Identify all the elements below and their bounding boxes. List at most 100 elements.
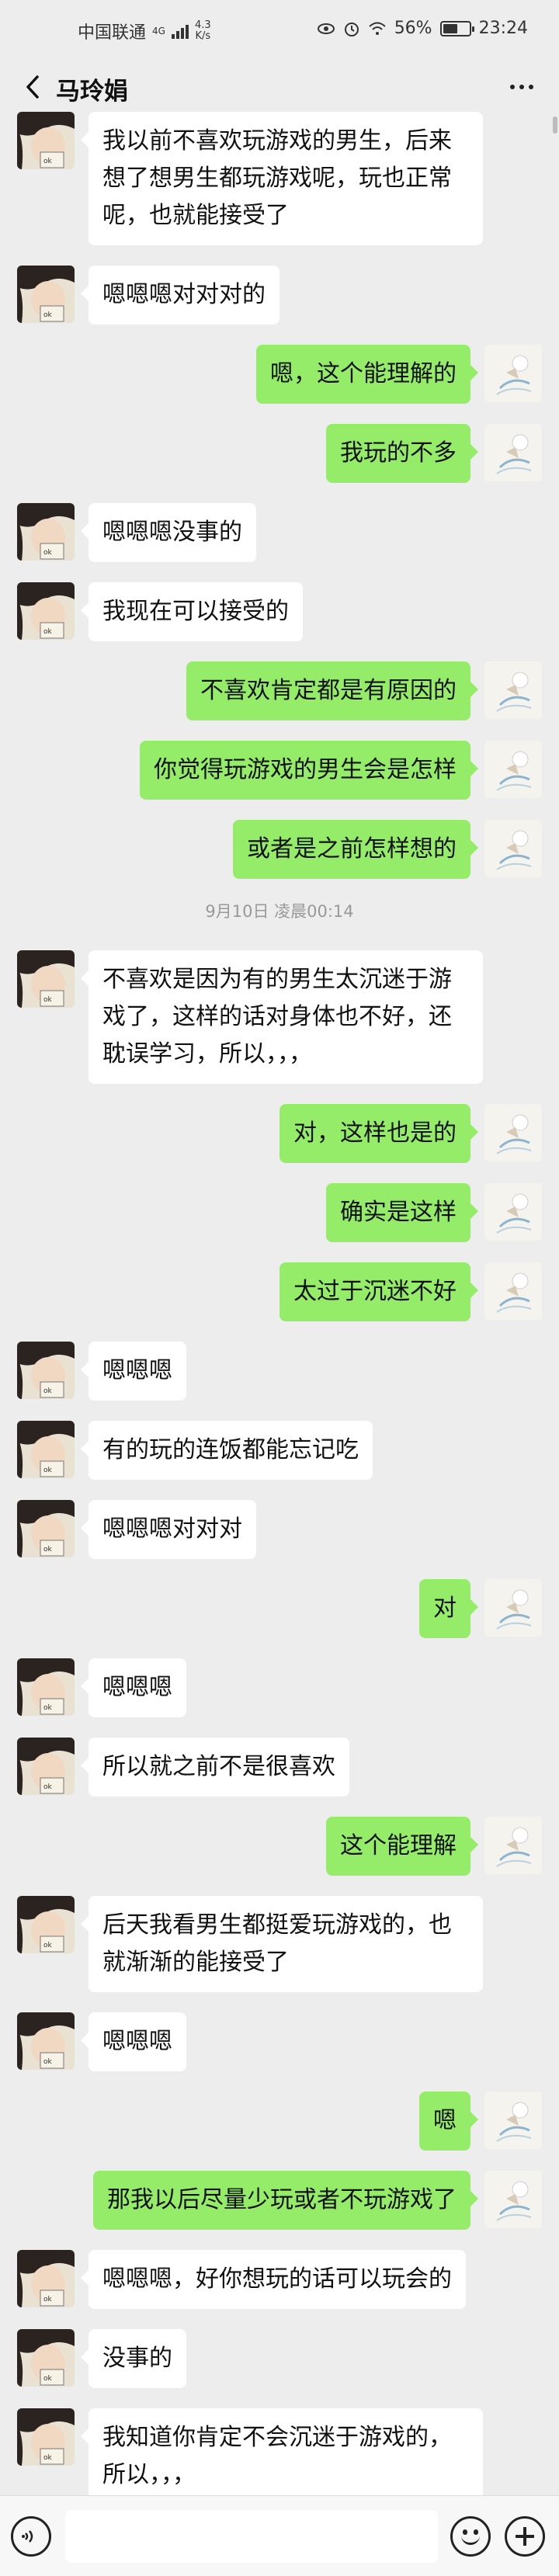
incoming-message: ok 嗯嗯嗯 bbox=[0, 1342, 559, 1401]
contact-avatar[interactable]: ok bbox=[17, 1342, 75, 1399]
my-avatar[interactable] bbox=[484, 741, 542, 798]
my-avatar[interactable] bbox=[484, 1579, 542, 1637]
my-avatar[interactable] bbox=[484, 2171, 542, 2228]
message-bubble[interactable]: 不喜欢肯定都是有原因的 bbox=[186, 661, 478, 720]
contact-avatar[interactable]: ok bbox=[17, 503, 75, 561]
message-bubble[interactable]: 嗯嗯嗯没事的 bbox=[81, 503, 256, 562]
my-avatar[interactable] bbox=[484, 661, 542, 719]
message-bubble[interactable]: 嗯嗯嗯对对对的 bbox=[81, 266, 280, 325]
incoming-message: ok 我知道你肯定不会沉迷于游戏的，所以，，， bbox=[0, 2408, 559, 2495]
message-bubble[interactable]: 没事的 bbox=[81, 2329, 186, 2388]
chat-history[interactable]: ok 我以前不喜欢玩游戏的男生，后来想了想男生都玩游戏呢，玩也正常呢，也就能接受了… bbox=[0, 112, 559, 2495]
speed-value: 4.3 bbox=[194, 19, 211, 31]
message-bubble[interactable]: 嗯嗯嗯 bbox=[81, 1342, 186, 1401]
message-bubble[interactable]: 你觉得玩游戏的男生会是怎样 bbox=[140, 741, 478, 800]
svg-text:ok: ok bbox=[43, 311, 53, 319]
battery-percent: 56% bbox=[394, 19, 432, 38]
message-bubble[interactable]: 我知道你肯定不会沉迷于游戏的，所以，，， bbox=[81, 2408, 483, 2495]
message-bubble[interactable]: 这个能理解 bbox=[326, 1817, 478, 1876]
message-bubble[interactable]: 嗯嗯嗯，好你想玩的话可以玩会的 bbox=[81, 2250, 466, 2309]
voice-button[interactable] bbox=[11, 2516, 51, 2557]
incoming-message: ok 我以前不喜欢玩游戏的男生，后来想了想男生都玩游戏呢，玩也正常呢，也就能接受了 bbox=[0, 112, 559, 245]
incoming-message: ok 嗯嗯嗯没事的 bbox=[0, 503, 559, 562]
contact-avatar[interactable]: ok bbox=[17, 1738, 75, 1795]
svg-text:ok: ok bbox=[43, 2375, 53, 2383]
svg-text:ok: ok bbox=[43, 2454, 53, 2462]
my-avatar[interactable] bbox=[484, 1183, 542, 1241]
message-bubble[interactable]: 我玩的不多 bbox=[326, 424, 478, 483]
scrollbar-thumb[interactable] bbox=[553, 116, 557, 134]
contact-avatar[interactable]: ok bbox=[17, 2408, 75, 2466]
message-bubble[interactable]: 所以就之前不是很喜欢 bbox=[81, 1738, 349, 1797]
contact-avatar[interactable]: ok bbox=[17, 112, 75, 169]
svg-text:ok: ok bbox=[43, 1704, 53, 1712]
svg-text:ok: ok bbox=[43, 1783, 53, 1791]
battery-icon bbox=[439, 20, 474, 36]
message-bubble[interactable]: 不喜欢是因为有的男生太沉迷于游戏了，这样的话对身体也不好，还耽误学习，所以，，， bbox=[81, 950, 483, 1084]
message-bubble[interactable]: 嗯嗯嗯 bbox=[81, 2012, 186, 2071]
plus-button[interactable] bbox=[505, 2516, 545, 2557]
message-bubble[interactable]: 我以前不喜欢玩游戏的男生，后来想了想男生都玩游戏呢，玩也正常呢，也就能接受了 bbox=[81, 112, 483, 245]
message-input[interactable] bbox=[65, 2510, 438, 2563]
incoming-message: ok 有的玩的连饭都能忘记吃 bbox=[0, 1421, 559, 1480]
outgoing-message: 对 bbox=[0, 1579, 559, 1638]
svg-text:ok: ok bbox=[43, 1942, 53, 1949]
my-avatar[interactable] bbox=[484, 1817, 542, 1874]
outgoing-message: 你觉得玩游戏的男生会是怎样 bbox=[0, 741, 559, 800]
message-bubble[interactable]: 有的玩的连饭都能忘记吃 bbox=[81, 1421, 373, 1480]
back-arrow-icon bbox=[26, 75, 39, 99]
message-bubble[interactable]: 那我以后尽量少玩或者不玩游戏了 bbox=[93, 2171, 478, 2230]
message-bubble[interactable]: 嗯嗯嗯对对对 bbox=[81, 1500, 256, 1559]
message-bubble[interactable]: 嗯 bbox=[419, 2092, 478, 2151]
message-bubble[interactable]: 后天我看男生都挺爱玩游戏的，也就渐渐的能接受了 bbox=[81, 1896, 483, 1992]
incoming-message: ok 嗯嗯嗯 bbox=[0, 1658, 559, 1717]
emoji-button[interactable] bbox=[450, 2516, 491, 2557]
my-avatar[interactable] bbox=[484, 424, 542, 481]
contact-avatar[interactable]: ok bbox=[17, 2250, 75, 2307]
my-avatar[interactable] bbox=[484, 2092, 542, 2149]
contact-avatar[interactable]: ok bbox=[17, 2012, 75, 2070]
message-bubble[interactable]: 嗯，这个能理解的 bbox=[256, 345, 478, 404]
message-bubble[interactable]: 嗯嗯嗯 bbox=[81, 1658, 186, 1717]
message-bubble[interactable]: 对 bbox=[419, 1579, 478, 1638]
more-button[interactable] bbox=[503, 71, 540, 102]
title-bar: 马玲娟 bbox=[0, 62, 559, 112]
outgoing-message: 我玩的不多 bbox=[0, 424, 559, 483]
svg-text:ok: ok bbox=[43, 1546, 53, 1554]
svg-text:ok: ok bbox=[43, 996, 53, 1004]
incoming-message: ok 我现在可以接受的 bbox=[0, 582, 559, 641]
incoming-message: ok 嗯嗯嗯对对对 bbox=[0, 1500, 559, 1559]
message-bubble[interactable]: 或者是之前怎样想的 bbox=[233, 820, 478, 879]
contact-avatar[interactable]: ok bbox=[17, 1421, 75, 1478]
outgoing-message: 不喜欢肯定都是有原因的 bbox=[0, 661, 559, 720]
svg-text:ok: ok bbox=[43, 549, 53, 557]
speed-unit: K/s bbox=[195, 30, 211, 42]
outgoing-message: 太过于沉迷不好 bbox=[0, 1262, 559, 1321]
incoming-message: ok 嗯嗯嗯 bbox=[0, 2012, 559, 2071]
incoming-message: ok 所以就之前不是很喜欢 bbox=[0, 1738, 559, 1797]
contact-avatar[interactable]: ok bbox=[17, 2329, 75, 2387]
contact-avatar[interactable]: ok bbox=[17, 1896, 75, 1953]
my-avatar[interactable] bbox=[484, 820, 542, 877]
incoming-message: ok 没事的 bbox=[0, 2329, 559, 2388]
my-avatar[interactable] bbox=[484, 1262, 542, 1320]
contact-avatar[interactable]: ok bbox=[17, 1500, 75, 1557]
incoming-message: ok 嗯嗯嗯，好你想玩的话可以玩会的 bbox=[0, 2250, 559, 2309]
my-avatar[interactable] bbox=[484, 1104, 542, 1161]
voice-icon bbox=[22, 2530, 33, 2543]
message-bubble[interactable]: 对，这样也是的 bbox=[280, 1104, 478, 1163]
eye-icon bbox=[317, 23, 335, 34]
contact-avatar[interactable]: ok bbox=[17, 1658, 75, 1716]
contact-avatar[interactable]: ok bbox=[17, 266, 75, 323]
svg-text:ok: ok bbox=[43, 2058, 53, 2066]
message-bubble[interactable]: 我现在可以接受的 bbox=[81, 582, 303, 641]
input-bar bbox=[0, 2495, 559, 2576]
outgoing-message: 那我以后尽量少玩或者不玩游戏了 bbox=[0, 2171, 559, 2230]
emoji-icon bbox=[463, 2529, 467, 2535]
my-avatar[interactable] bbox=[484, 345, 542, 402]
back-button[interactable] bbox=[16, 70, 50, 104]
message-bubble[interactable]: 确实是这样 bbox=[326, 1183, 478, 1242]
contact-avatar[interactable]: ok bbox=[17, 582, 75, 640]
contact-avatar[interactable]: ok bbox=[17, 950, 75, 1008]
message-bubble[interactable]: 太过于沉迷不好 bbox=[280, 1262, 478, 1321]
